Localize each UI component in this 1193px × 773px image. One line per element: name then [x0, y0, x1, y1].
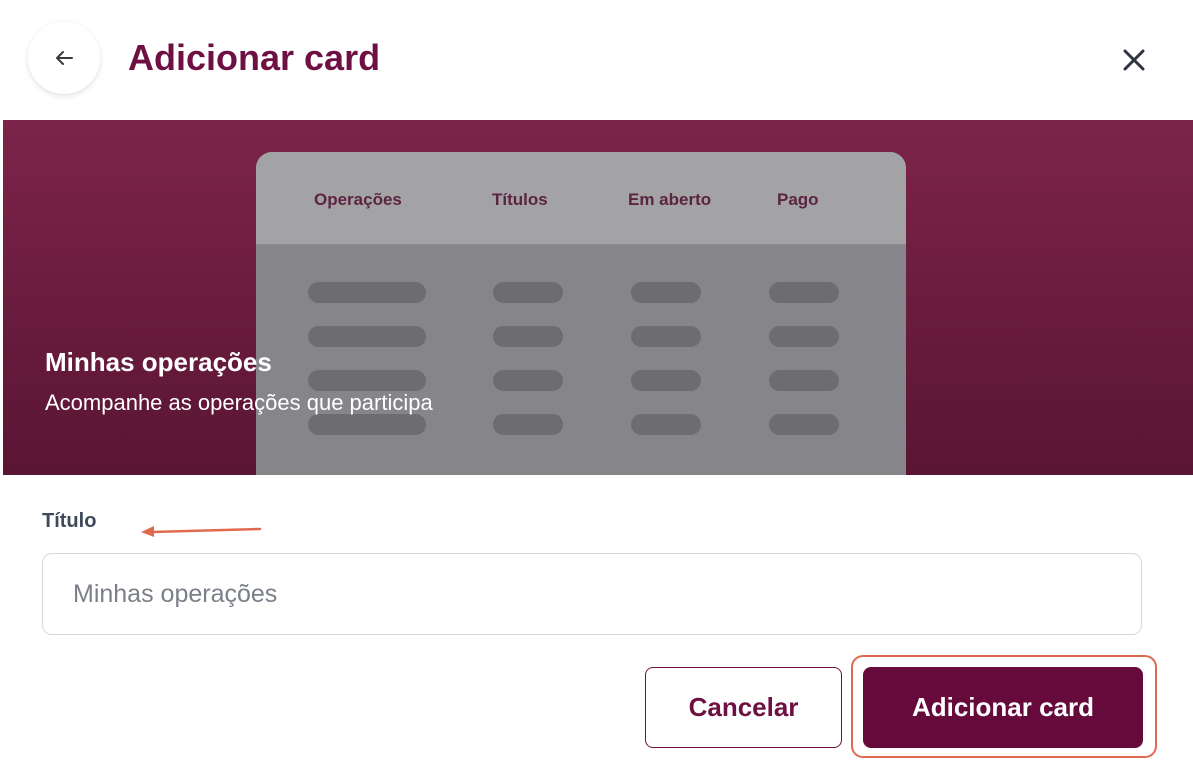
- card-title: Minhas operações: [45, 347, 272, 377]
- close-button[interactable]: [1114, 40, 1154, 80]
- skeleton-cell: [493, 282, 563, 303]
- skeleton-cell: [308, 414, 426, 435]
- page-title: Adicionar card: [128, 37, 381, 78]
- preview-column-titulos: Títulos: [492, 190, 548, 209]
- skeleton-cell: [769, 282, 839, 303]
- skeleton-cell: [631, 370, 701, 391]
- skeleton-cell: [493, 326, 563, 347]
- close-icon: [1123, 49, 1145, 71]
- preview-column-em-aberto: Em aberto: [628, 190, 712, 209]
- skeleton-cell: [631, 414, 701, 435]
- modal-header: Adicionar card: [0, 0, 1193, 120]
- card-preview-table: Operações Títulos Em aberto Pago: [256, 152, 906, 475]
- card-info: Minhas operações Acompanhe as operações …: [45, 345, 433, 417]
- skeleton-cell: [631, 326, 701, 347]
- skeleton-cell: [631, 282, 701, 303]
- title-field-label: Título: [42, 510, 97, 532]
- skeleton-cell: [308, 326, 426, 347]
- back-button[interactable]: [28, 22, 100, 94]
- arrow-left-icon: [56, 51, 73, 65]
- title-input[interactable]: [42, 553, 1142, 635]
- add-card-button[interactable]: Adicionar card: [863, 667, 1143, 748]
- skeleton-cell: [769, 414, 839, 435]
- card-preview-banner: Operações Títulos Em aberto Pago Minhas …: [3, 120, 1193, 475]
- preview-table-header: Operações Títulos Em aberto Pago: [256, 152, 906, 245]
- cancel-button[interactable]: Cancelar: [645, 667, 842, 748]
- skeleton-cell: [769, 326, 839, 347]
- card-description: Acompanhe as operações que participa: [45, 390, 433, 415]
- skeleton-cell: [769, 370, 839, 391]
- preview-column-pago: Pago: [777, 190, 819, 209]
- annotation-arrow-icon: [141, 526, 262, 537]
- skeleton-cell: [493, 414, 563, 435]
- preview-column-operacoes: Operações: [314, 190, 402, 209]
- skeleton-cell: [308, 282, 426, 303]
- skeleton-cell: [493, 370, 563, 391]
